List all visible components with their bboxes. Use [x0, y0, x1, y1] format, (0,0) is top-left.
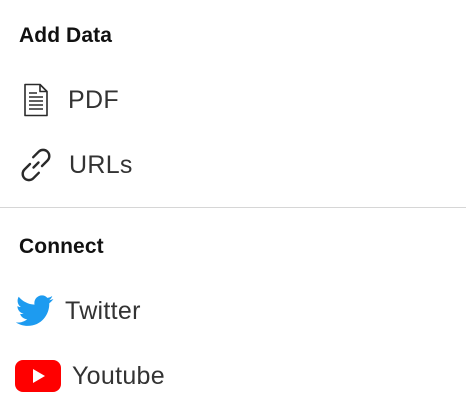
- menu-item-youtube[interactable]: Youtube: [14, 352, 444, 400]
- add-data-heading: Add Data: [19, 24, 112, 47]
- section-divider: [0, 207, 466, 208]
- menu-item-urls[interactable]: URLs: [14, 141, 444, 189]
- twitter-icon: [14, 295, 56, 327]
- document-icon: [18, 83, 54, 117]
- link-icon: [15, 145, 57, 185]
- menu-item-pdf[interactable]: PDF: [14, 76, 444, 124]
- urls-label: URLs: [69, 150, 133, 179]
- twitter-label: Twitter: [65, 296, 141, 325]
- menu-item-twitter[interactable]: Twitter: [14, 287, 444, 335]
- youtube-icon: [14, 360, 62, 392]
- pdf-label: PDF: [68, 85, 119, 114]
- connect-heading: Connect: [19, 235, 104, 258]
- youtube-label: Youtube: [72, 361, 165, 390]
